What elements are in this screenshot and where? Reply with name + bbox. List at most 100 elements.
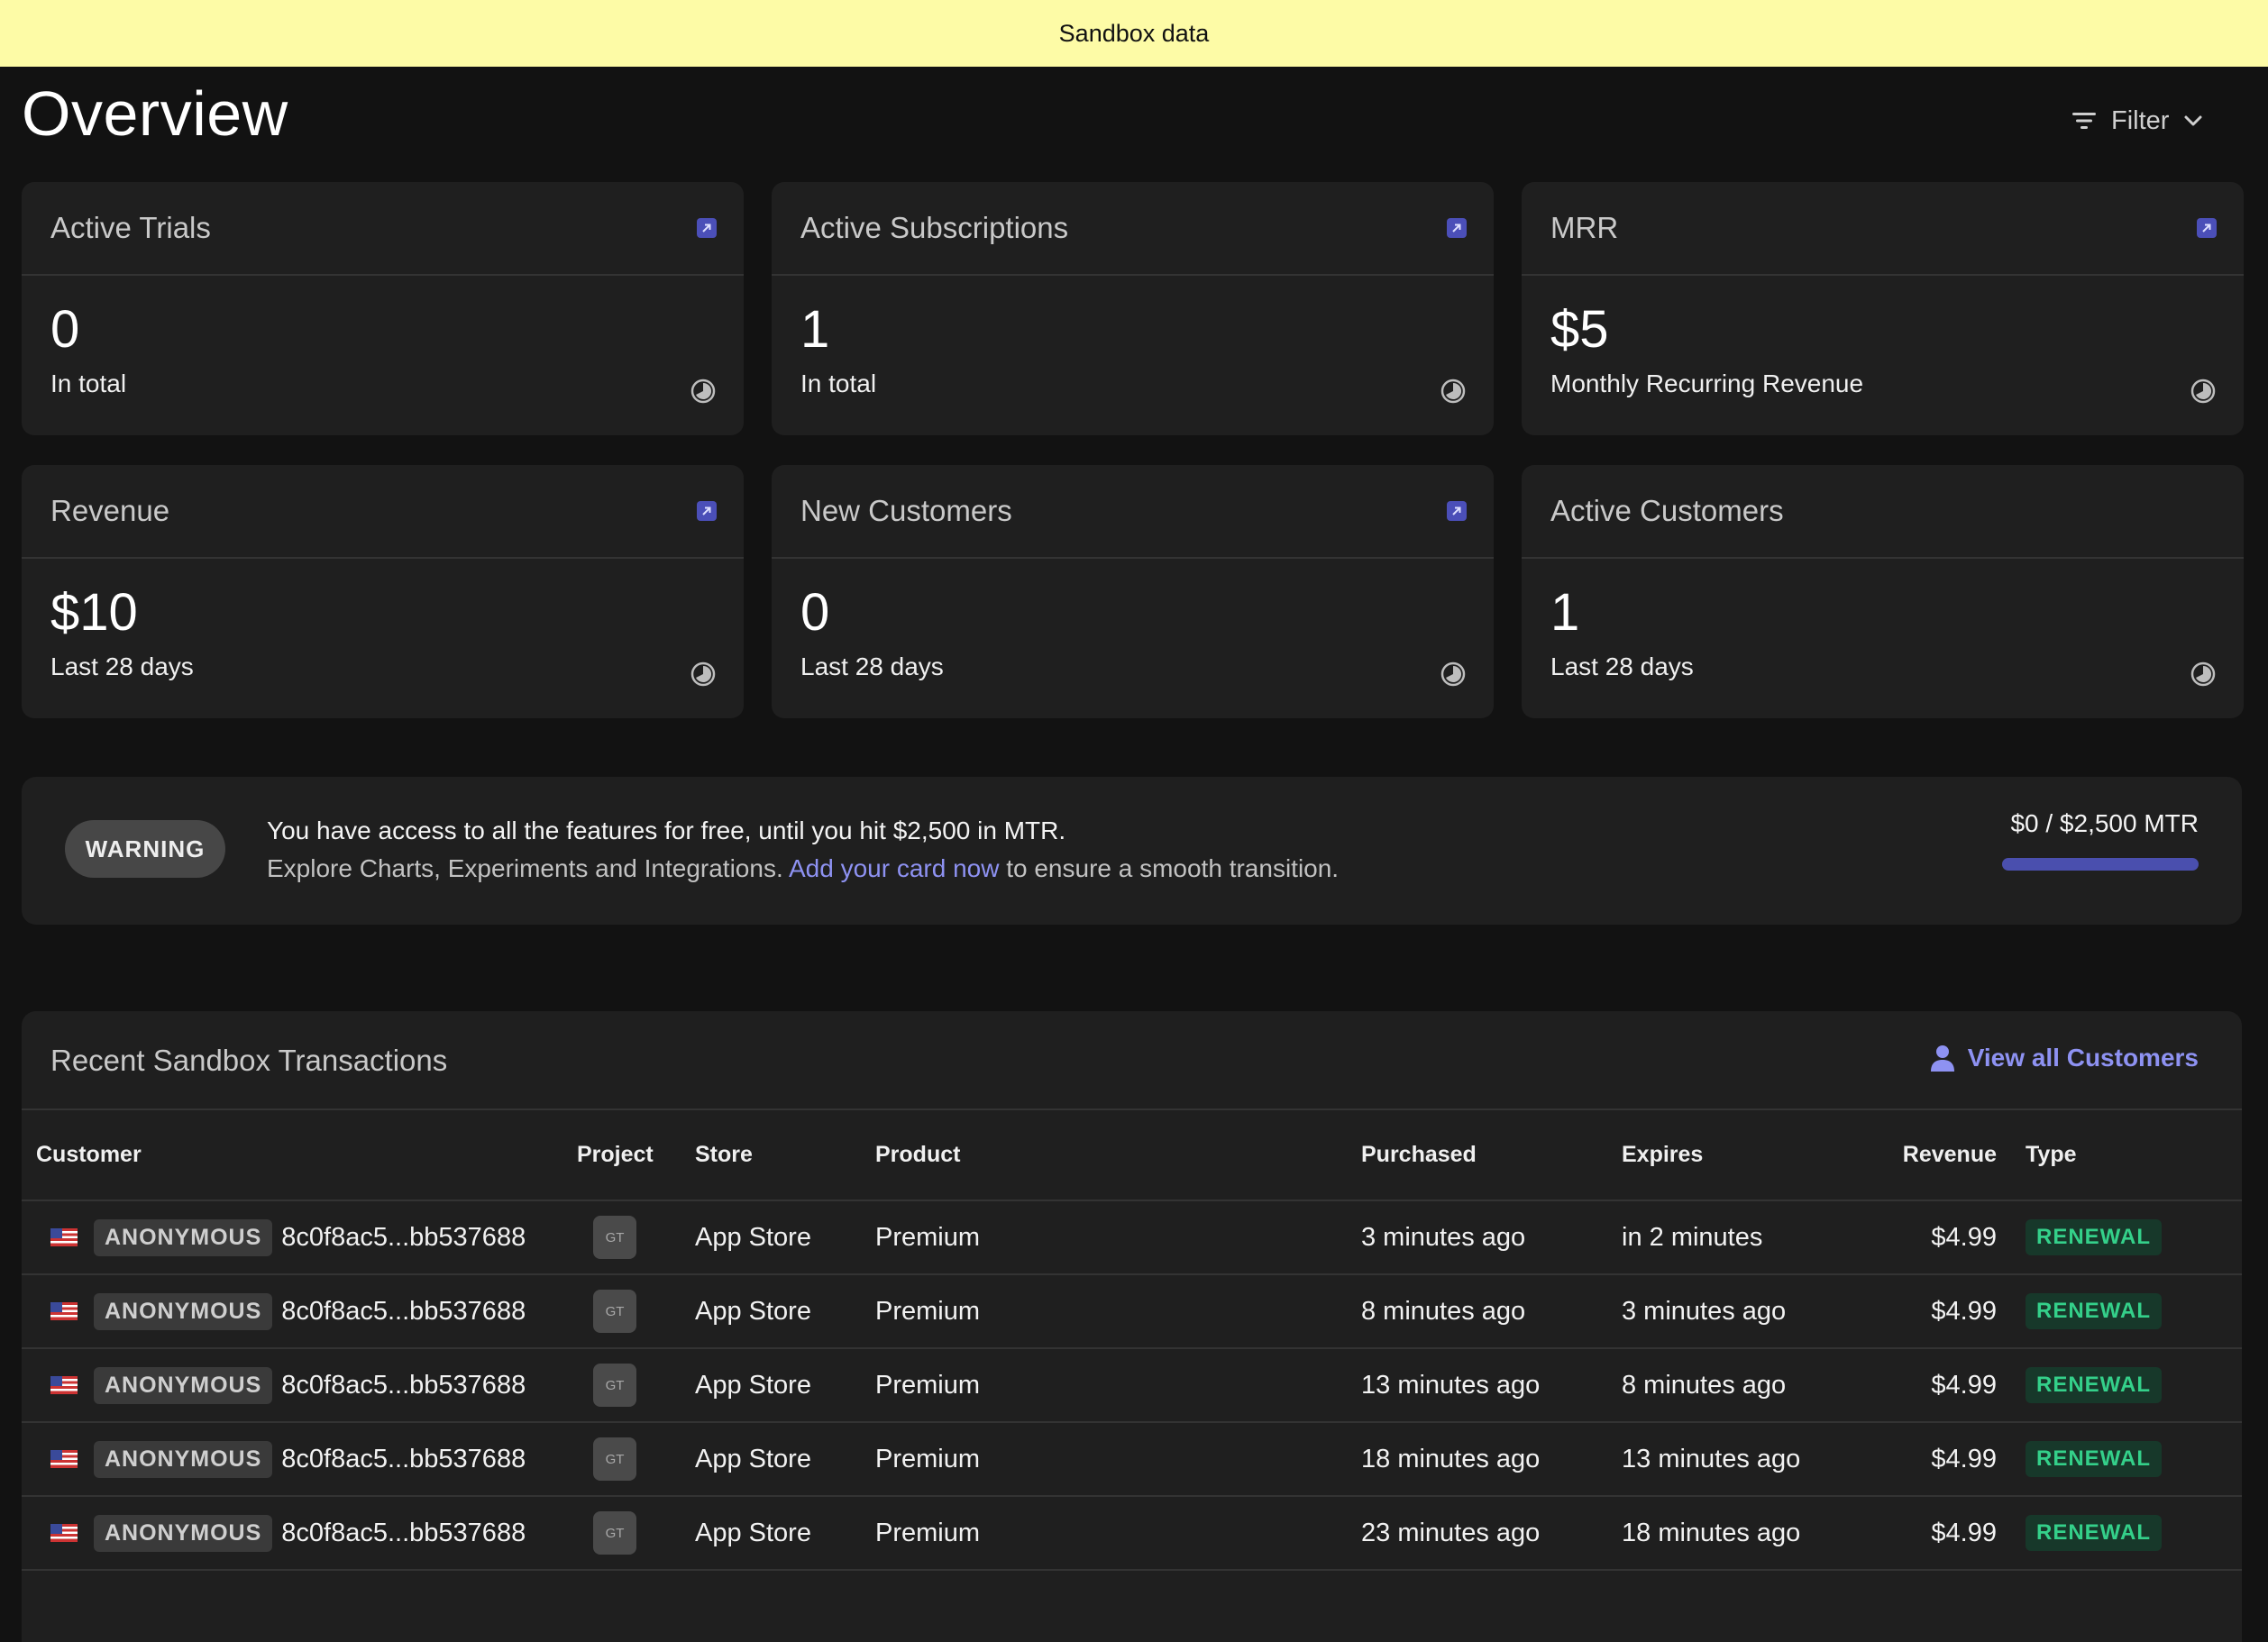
- column-header-project[interactable]: Project: [577, 1110, 695, 1201]
- card-subtitle: In total: [800, 369, 877, 397]
- customer-id: 8c0f8ac5...bb537688: [281, 1518, 526, 1547]
- card-value: 1: [800, 300, 830, 359]
- project-badge: GT: [593, 1290, 636, 1333]
- column-header-purchased[interactable]: Purchased: [1361, 1110, 1622, 1201]
- anonymous-badge: ANONYMOUS: [94, 1366, 273, 1404]
- store-cell: App Store: [695, 1348, 875, 1423]
- card-title: Active Trials: [50, 211, 211, 244]
- product-cell: Premium: [875, 1200, 1361, 1275]
- type-badge: RENEWAL: [2026, 1515, 2162, 1551]
- user-icon: [1930, 1045, 1954, 1072]
- project-badge: GT: [593, 1511, 636, 1555]
- filter-label: Filter: [2111, 105, 2170, 135]
- card-subtitle: Monthly Recurring Revenue: [1550, 369, 1864, 397]
- store-cell: App Store: [695, 1200, 875, 1275]
- card-mrr: MRR $5 Monthly Recurring Revenue: [1522, 182, 2244, 435]
- revenue-cell: $4.99: [1899, 1422, 1997, 1497]
- purchased-cell: 23 minutes ago: [1361, 1496, 1622, 1571]
- product-cell: Premium: [875, 1348, 1361, 1423]
- chart-pie-icon[interactable]: [1440, 661, 1467, 688]
- revenue-cell: $4.99: [1899, 1348, 1997, 1423]
- us-flag-icon: [50, 1302, 78, 1320]
- card-subtitle: Last 28 days: [1550, 652, 1694, 680]
- sandbox-banner-text: Sandbox data: [1058, 19, 1210, 47]
- recent-transactions-panel: Recent Sandbox Transactions View all Cus…: [22, 1011, 2242, 1642]
- filter-button[interactable]: Filter: [2071, 101, 2203, 141]
- page-title: Overview: [22, 78, 288, 149]
- table-row[interactable]: ANONYMOUS 8c0f8ac5...bb537688 GT App Sto…: [22, 1496, 2242, 1571]
- card-active-subscriptions: Active Subscriptions 1 In total: [772, 182, 1494, 435]
- column-header-store[interactable]: Store: [695, 1110, 875, 1201]
- transactions-table: Customer Project Store Product Purchased…: [22, 1110, 2242, 1571]
- filter-icon: [2072, 113, 2096, 129]
- card-title: Active Subscriptions: [800, 211, 1069, 244]
- chart-pie-icon[interactable]: [2190, 661, 2217, 688]
- expires-cell: 18 minutes ago: [1622, 1496, 1899, 1571]
- customer-id: 8c0f8ac5...bb537688: [281, 1444, 526, 1473]
- card-title: New Customers: [800, 494, 1012, 527]
- table-row[interactable]: ANONYMOUS 8c0f8ac5...bb537688 GT App Sto…: [22, 1422, 2242, 1497]
- type-badge: RENEWAL: [2026, 1367, 2162, 1403]
- column-header-customer[interactable]: Customer: [22, 1110, 577, 1201]
- revenue-cell: $4.99: [1899, 1496, 1997, 1571]
- sandbox-banner: Sandbox data: [0, 0, 2268, 67]
- store-cell: App Store: [695, 1422, 875, 1497]
- card-value: 1: [1550, 583, 1580, 642]
- warning-badge: WARNING: [65, 820, 225, 878]
- table-header-row: Customer Project Store Product Purchased…: [22, 1110, 2242, 1201]
- table-row[interactable]: ANONYMOUS 8c0f8ac5...bb537688 GT App Sto…: [22, 1348, 2242, 1423]
- type-badge: RENEWAL: [2026, 1219, 2162, 1255]
- chart-pie-icon[interactable]: [2190, 378, 2217, 405]
- expires-cell: 3 minutes ago: [1622, 1274, 1899, 1349]
- table-row[interactable]: ANONYMOUS 8c0f8ac5...bb537688 GT App Sto…: [22, 1274, 2242, 1349]
- column-header-product[interactable]: Product: [875, 1110, 1361, 1201]
- table-row[interactable]: ANONYMOUS 8c0f8ac5...bb537688 GT App Sto…: [22, 1200, 2242, 1275]
- card-value: 0: [800, 583, 830, 642]
- card-subtitle: Last 28 days: [50, 652, 194, 680]
- us-flag-icon: [50, 1450, 78, 1468]
- anonymous-badge: ANONYMOUS: [94, 1440, 273, 1478]
- project-badge: GT: [593, 1437, 636, 1481]
- expires-cell: 13 minutes ago: [1622, 1422, 1899, 1497]
- external-link-icon[interactable]: [1447, 501, 1467, 521]
- chart-pie-icon[interactable]: [690, 378, 717, 405]
- card-value: $10: [50, 583, 138, 642]
- purchased-cell: 13 minutes ago: [1361, 1348, 1622, 1423]
- card-title: Revenue: [50, 494, 170, 527]
- add-card-link[interactable]: Add your card now: [789, 854, 999, 882]
- external-link-icon[interactable]: [697, 501, 717, 521]
- card-subtitle: In total: [50, 369, 127, 397]
- customer-id: 8c0f8ac5...bb537688: [281, 1370, 526, 1400]
- us-flag-icon: [50, 1524, 78, 1542]
- chart-pie-icon[interactable]: [1440, 378, 1467, 405]
- store-cell: App Store: [695, 1496, 875, 1571]
- customer-id: 8c0f8ac5...bb537688: [281, 1222, 526, 1252]
- column-header-type[interactable]: Type: [1997, 1110, 2242, 1201]
- chart-pie-icon[interactable]: [690, 661, 717, 688]
- type-badge: RENEWAL: [2026, 1293, 2162, 1329]
- view-all-customers-link[interactable]: View all Customers: [1930, 1044, 2199, 1072]
- product-cell: Premium: [875, 1422, 1361, 1497]
- chevron-down-icon: [2184, 115, 2202, 126]
- us-flag-icon: [50, 1376, 78, 1394]
- external-link-icon[interactable]: [697, 218, 717, 238]
- external-link-icon[interactable]: [1447, 218, 1467, 238]
- warning-message: You have access to all the features for …: [267, 816, 1066, 844]
- customer-id: 8c0f8ac5...bb537688: [281, 1296, 526, 1326]
- product-cell: Premium: [875, 1496, 1361, 1571]
- store-cell: App Store: [695, 1274, 875, 1349]
- warning-submessage-pre: Explore Charts, Experiments and Integrat…: [267, 854, 789, 882]
- card-title: Active Customers: [1550, 494, 1784, 527]
- purchased-cell: 3 minutes ago: [1361, 1200, 1622, 1275]
- column-header-revenue[interactable]: Revenue: [1899, 1110, 1997, 1201]
- purchased-cell: 18 minutes ago: [1361, 1422, 1622, 1497]
- project-badge: GT: [593, 1216, 636, 1259]
- card-value: $5: [1550, 300, 1609, 359]
- card-new-customers: New Customers 0 Last 28 days: [772, 465, 1494, 718]
- type-badge: RENEWAL: [2026, 1441, 2162, 1477]
- external-link-icon[interactable]: [2197, 218, 2217, 238]
- column-header-expires[interactable]: Expires: [1622, 1110, 1899, 1201]
- revenue-cell: $4.99: [1899, 1200, 1997, 1275]
- warning-submessage-post: to ensure a smooth transition.: [999, 854, 1340, 882]
- expires-cell: in 2 minutes: [1622, 1200, 1899, 1275]
